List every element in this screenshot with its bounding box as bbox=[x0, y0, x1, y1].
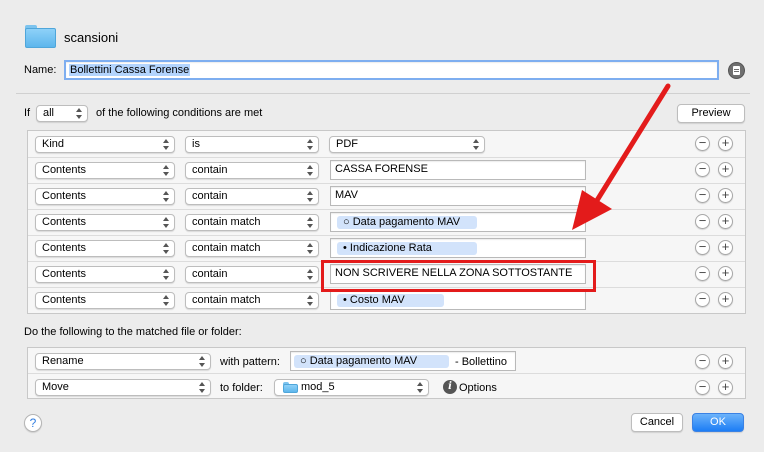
operator-popup[interactable]: contain bbox=[185, 162, 319, 179]
popup-arrows-icon bbox=[76, 107, 83, 120]
popup-arrows-icon bbox=[307, 242, 314, 255]
popup-arrows-icon bbox=[307, 190, 314, 203]
attribute-popup[interactable]: Contents bbox=[35, 292, 175, 309]
add-condition-button[interactable]: + bbox=[718, 162, 733, 177]
add-condition-button[interactable]: + bbox=[718, 136, 733, 151]
attribute-popup[interactable]: Kind bbox=[35, 136, 175, 153]
popup-arrows-icon bbox=[163, 190, 170, 203]
popup-arrows-icon bbox=[473, 138, 480, 151]
actions-heading: Do the following to the matched file or … bbox=[24, 326, 242, 338]
name-label: Name: bbox=[24, 64, 57, 76]
add-condition-button[interactable]: + bbox=[718, 266, 733, 281]
preview-button[interactable]: Preview bbox=[677, 104, 745, 123]
add-action-button[interactable]: + bbox=[718, 354, 733, 369]
match-popup[interactable]: all bbox=[36, 105, 88, 122]
pattern-label: with pattern: bbox=[220, 356, 280, 368]
conditions-suffix: of the following conditions are met bbox=[96, 107, 263, 119]
remove-condition-button[interactable]: − bbox=[695, 292, 710, 307]
add-condition-button[interactable]: + bbox=[718, 240, 733, 255]
operator-popup[interactable]: contain bbox=[185, 188, 319, 205]
remove-action-button[interactable]: − bbox=[695, 354, 710, 369]
remove-action-button[interactable]: − bbox=[695, 380, 710, 395]
popup-arrows-icon bbox=[163, 138, 170, 151]
add-condition-button[interactable]: + bbox=[718, 214, 733, 229]
attribute-popup[interactable]: Contents bbox=[35, 240, 175, 257]
red-arrow-annotation bbox=[572, 83, 671, 230]
cancel-button[interactable]: Cancel bbox=[631, 413, 683, 432]
remove-condition-button[interactable]: − bbox=[695, 214, 710, 229]
document-info-icon[interactable] bbox=[728, 62, 745, 79]
highlight-box bbox=[321, 260, 596, 292]
value-field[interactable]: ○ Data pagamento MAV bbox=[330, 212, 586, 232]
popup-arrows-icon bbox=[163, 216, 170, 229]
operator-popup[interactable]: contain match bbox=[185, 240, 319, 257]
attribute-popup[interactable]: Contents bbox=[35, 266, 175, 283]
popup-arrows-icon bbox=[163, 268, 170, 281]
remove-condition-button[interactable]: − bbox=[695, 188, 710, 203]
popup-arrows-icon bbox=[307, 216, 314, 229]
value-field[interactable]: CASSA FORENSE bbox=[330, 160, 586, 180]
popup-arrows-icon bbox=[307, 164, 314, 177]
value-popup[interactable]: PDF bbox=[329, 136, 485, 153]
popup-arrows-icon bbox=[417, 381, 424, 394]
popup-arrows-icon bbox=[307, 138, 314, 151]
pattern-token[interactable]: ○ Data pagamento MAV bbox=[294, 355, 449, 368]
popup-arrows-icon bbox=[163, 294, 170, 307]
remove-condition-button[interactable]: − bbox=[695, 266, 710, 281]
add-action-button[interactable]: + bbox=[718, 380, 733, 395]
move-action-popup[interactable]: Move bbox=[35, 379, 211, 396]
remove-condition-button[interactable]: − bbox=[695, 240, 710, 255]
value-token[interactable]: ○ Data pagamento MAV bbox=[337, 216, 477, 229]
folder-label: to folder: bbox=[220, 382, 263, 394]
value-token[interactable]: • Indicazione Rata bbox=[337, 242, 477, 255]
popup-arrows-icon bbox=[199, 381, 206, 394]
remove-condition-button[interactable]: − bbox=[695, 136, 710, 151]
operator-popup[interactable]: is bbox=[185, 136, 319, 153]
popup-arrows-icon bbox=[307, 268, 314, 281]
remove-condition-button[interactable]: − bbox=[695, 162, 710, 177]
folder-icon bbox=[25, 25, 56, 48]
attribute-popup[interactable]: Contents bbox=[35, 162, 175, 179]
pattern-field[interactable]: ○ Data pagamento MAV - Bollettino bbox=[290, 351, 516, 371]
folder-popup[interactable]: mod_5 bbox=[274, 379, 429, 396]
value-token[interactable]: • Costo MAV bbox=[337, 294, 444, 307]
popup-arrows-icon bbox=[199, 355, 206, 368]
if-label: If bbox=[24, 107, 31, 119]
value-field[interactable]: MAV bbox=[330, 186, 586, 206]
attribute-popup[interactable]: Contents bbox=[35, 214, 175, 231]
options-label[interactable]: Options bbox=[459, 382, 497, 394]
name-value: Bollettini Cassa Forense bbox=[69, 64, 191, 76]
name-field[interactable]: Bollettini Cassa Forense bbox=[64, 60, 719, 80]
add-condition-button[interactable]: + bbox=[718, 188, 733, 203]
value-field[interactable]: • Costo MAV bbox=[330, 290, 586, 310]
add-condition-button[interactable]: + bbox=[718, 292, 733, 307]
folder-icon bbox=[283, 382, 298, 393]
folder-name: scansioni bbox=[64, 30, 119, 45]
ok-button[interactable]: OK bbox=[692, 413, 744, 432]
rename-action-popup[interactable]: Rename bbox=[35, 353, 211, 370]
popup-arrows-icon bbox=[307, 294, 314, 307]
pattern-suffix: - Bollettino bbox=[455, 356, 507, 368]
operator-popup[interactable]: contain match bbox=[185, 214, 319, 231]
actions-list: Rename with pattern: ○ Data pagamento MA… bbox=[27, 347, 746, 399]
popup-arrows-icon bbox=[163, 242, 170, 255]
operator-popup[interactable]: contain bbox=[185, 266, 319, 283]
info-icon[interactable]: i bbox=[443, 380, 457, 394]
help-icon[interactable]: ? bbox=[24, 414, 42, 432]
attribute-popup[interactable]: Contents bbox=[35, 188, 175, 205]
popup-arrows-icon bbox=[163, 164, 170, 177]
operator-popup[interactable]: contain match bbox=[185, 292, 319, 309]
value-field[interactable]: • Indicazione Rata bbox=[330, 238, 586, 258]
